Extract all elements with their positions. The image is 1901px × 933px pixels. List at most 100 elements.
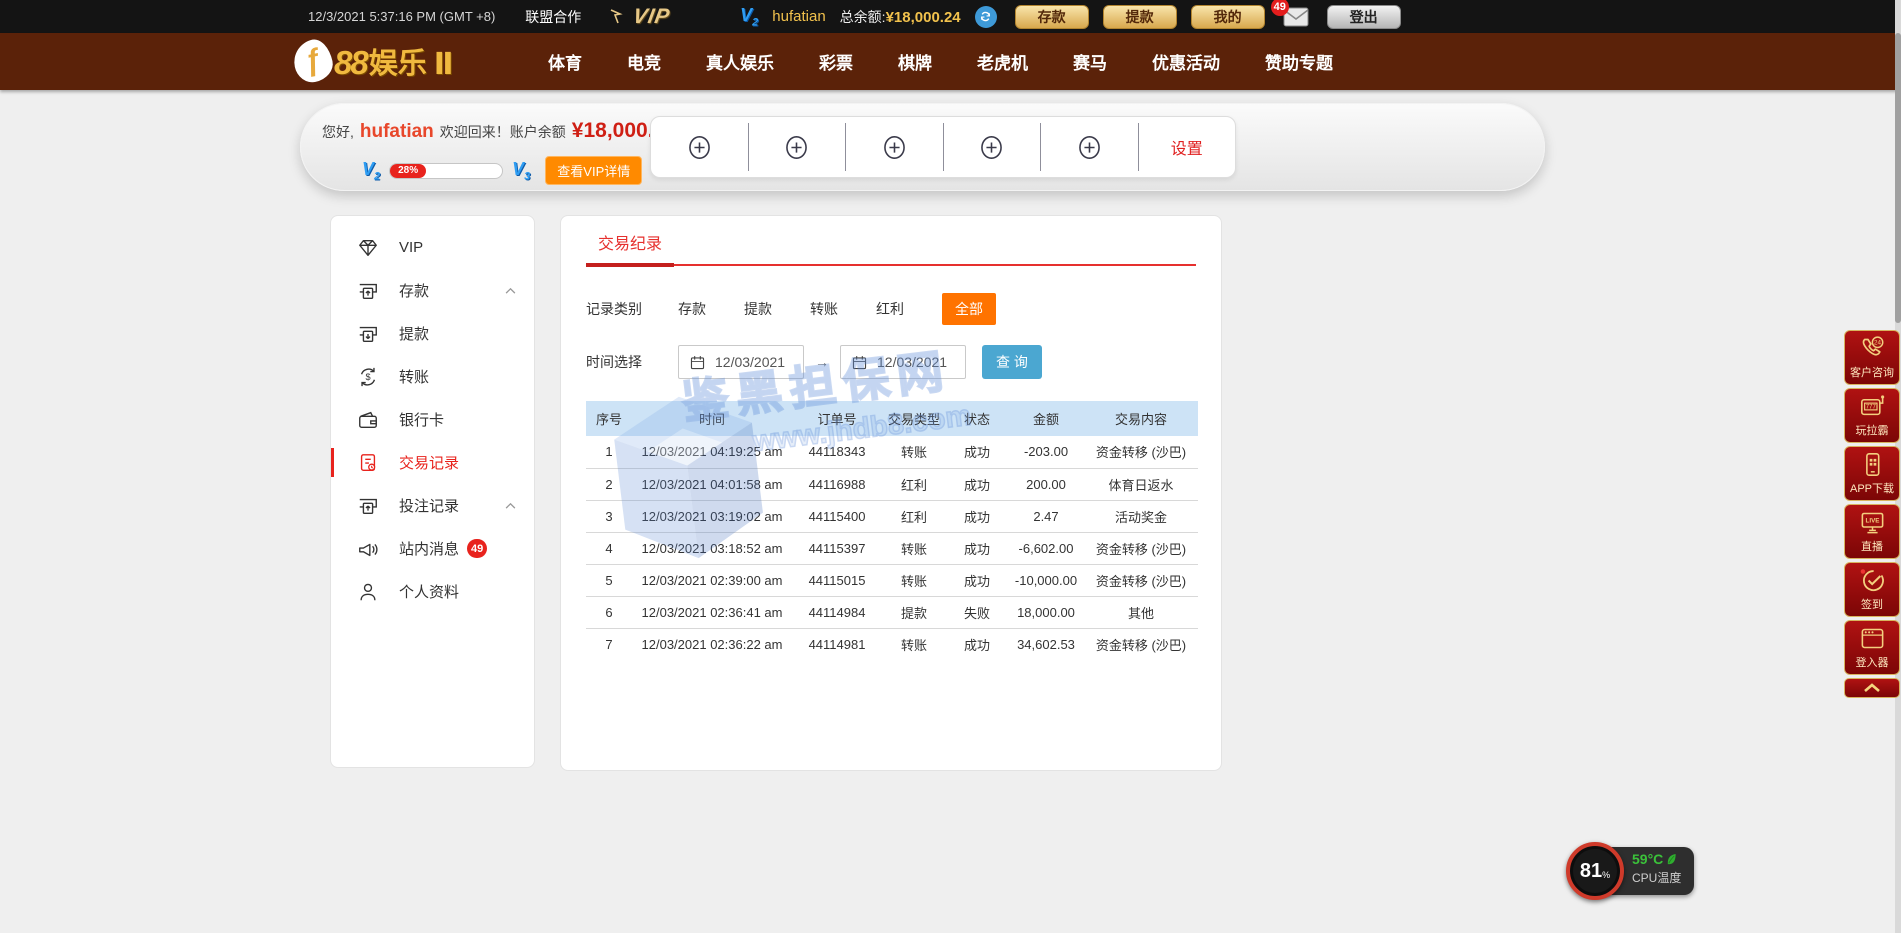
live-stream-button[interactable]: LIVE 直播 xyxy=(1844,504,1900,559)
topbar: 12/3/2021 5:37:16 PM (GMT +8) 联盟合作 VIP V… xyxy=(0,0,1901,33)
customer-service-button[interactable]: 24 客户咨询 xyxy=(1844,330,1900,385)
sidebar-item-deposit[interactable]: 存款 xyxy=(331,269,534,312)
chevron-up-icon xyxy=(1863,683,1881,693)
site-logo[interactable]: ƒ 88 娱乐 Ⅱ xyxy=(294,40,454,82)
hero-username: hufatian xyxy=(360,121,434,143)
cell-type: 转账 xyxy=(882,532,946,564)
quick-add-button-5[interactable] xyxy=(1041,134,1138,161)
nav-item-board-games[interactable]: 棋牌 xyxy=(898,49,932,74)
col-content: 交易内容 xyxy=(1084,401,1198,436)
filter-all[interactable]: 全部 xyxy=(942,293,996,325)
tab-transaction-records[interactable]: 交易纪录 xyxy=(586,216,674,267)
vip-logo: VIP xyxy=(609,5,670,29)
hand-icon xyxy=(609,8,629,26)
logo-blob-icon: ƒ xyxy=(290,37,336,86)
cell-no: 5 xyxy=(586,564,632,596)
sidebar-item-bet-records[interactable]: 投注记录 xyxy=(331,484,534,527)
nav-item-horse-racing[interactable]: 赛马 xyxy=(1073,49,1107,74)
cell-order: 44115015 xyxy=(792,564,882,596)
message-count-badge: 49 xyxy=(467,539,487,558)
quick-add-button-3[interactable] xyxy=(846,134,943,161)
deposit-button[interactable]: 存款 xyxy=(1015,5,1089,29)
cell-status: 失败 xyxy=(946,596,1008,628)
tab-bar: 交易纪录 xyxy=(586,216,1196,266)
vip-detail-button[interactable]: 查看VIP详情 xyxy=(545,156,642,185)
record-type-filter-row: 记录类别 存款 提款 转账 红利 全部 xyxy=(586,293,1196,325)
date-to-input[interactable]: 12/03/2021 xyxy=(840,345,966,379)
cell-content: 体育日返水 xyxy=(1084,468,1198,500)
nav-item-sponsorship[interactable]: 赞助专题 xyxy=(1265,49,1333,74)
cell-status: 成功 xyxy=(946,436,1008,468)
transaction-panel: 交易纪录 记录类别 存款 提款 转账 红利 全部 时间选择 12/03/2021… xyxy=(560,215,1222,771)
plus-circle-icon xyxy=(881,134,908,161)
quick-add-button-4[interactable] xyxy=(944,134,1041,161)
affiliate-link[interactable]: 联盟合作 xyxy=(525,7,581,27)
cell-status: 成功 xyxy=(946,468,1008,500)
nav-item-esports[interactable]: 电竞 xyxy=(627,49,661,74)
sidebar-item-profile[interactable]: 个人资料 xyxy=(331,570,534,613)
filter-deposit[interactable]: 存款 xyxy=(678,299,706,319)
cell-order: 44115400 xyxy=(792,500,882,532)
app-download-button[interactable]: APP下载 xyxy=(1844,446,1900,501)
scrollbar-thumb[interactable] xyxy=(1895,33,1901,323)
date-select-row: 时间选择 12/03/2021 → 12/03/2021 查 询 xyxy=(586,345,1196,379)
mine-button[interactable]: 我的 xyxy=(1191,5,1265,29)
username-text: hufatian xyxy=(772,8,825,25)
plus-circle-icon xyxy=(1076,134,1103,161)
transaction-table: 序号 时间 订单号 交易类型 状态 金额 交易内容 1 12/03/2021 0… xyxy=(586,401,1198,660)
cell-time: 12/03/2021 02:36:22 am xyxy=(632,628,792,660)
quick-add-button-1[interactable] xyxy=(651,134,748,161)
launcher-button[interactable]: 登入器 xyxy=(1844,620,1900,675)
date-label: 时间选择 xyxy=(586,352,642,372)
nav-item-lottery[interactable]: 彩票 xyxy=(819,49,853,74)
atm-withdraw-icon xyxy=(357,323,379,345)
cell-content: 资金转移 (沙巴) xyxy=(1084,436,1198,468)
settings-button[interactable]: 设置 xyxy=(1139,135,1236,159)
quick-actions-box: 设置 xyxy=(650,116,1236,178)
sidebar-item-transaction-records[interactable]: 交易记录 xyxy=(331,441,534,484)
collapse-sidebar-button[interactable] xyxy=(1844,678,1900,698)
cell-order: 44118343 xyxy=(792,436,882,468)
query-button[interactable]: 查 询 xyxy=(982,345,1042,379)
slots-button[interactable]: 777 玩拉霸 xyxy=(1844,388,1900,443)
logout-button[interactable]: 登出 xyxy=(1327,5,1401,29)
col-status: 状态 xyxy=(946,401,1008,436)
filter-transfer[interactable]: 转账 xyxy=(810,299,838,319)
plus-circle-icon xyxy=(686,134,713,161)
table-header-row: 序号 时间 订单号 交易类型 状态 金额 交易内容 xyxy=(586,401,1198,436)
nav-item-live-casino[interactable]: 真人娱乐 xyxy=(706,49,774,74)
cell-type: 转账 xyxy=(882,564,946,596)
person-icon xyxy=(357,581,379,603)
chevron-up-icon[interactable] xyxy=(505,502,516,509)
atm-deposit-icon xyxy=(357,280,379,302)
filter-withdraw[interactable]: 提款 xyxy=(744,299,772,319)
table-row: 6 12/03/2021 02:36:41 am 44114984 提款 失败 … xyxy=(586,596,1198,628)
cpu-temp-label: CPU温度 xyxy=(1632,869,1681,886)
nav-item-sports[interactable]: 体育 xyxy=(548,49,582,74)
atm-bet-icon xyxy=(357,495,379,517)
sidebar-item-transfer[interactable]: $ 转账 xyxy=(331,355,534,398)
chevron-up-icon[interactable] xyxy=(505,287,516,294)
diamond-icon xyxy=(357,237,379,259)
quick-add-button-2[interactable] xyxy=(749,134,846,161)
cell-time: 12/03/2021 03:18:52 am xyxy=(632,532,792,564)
navbar: ƒ 88 娱乐 Ⅱ 体育 电竞 真人娱乐 彩票 棋牌 老虎机 赛马 优惠活动 赞… xyxy=(0,33,1901,90)
sidebar-item-bank-card[interactable]: 银行卡 xyxy=(331,398,534,441)
table-row: 7 12/03/2021 02:36:22 am 44114981 转账 成功 … xyxy=(586,628,1198,660)
refresh-balance-button[interactable] xyxy=(975,6,997,28)
withdraw-button[interactable]: 提款 xyxy=(1103,5,1177,29)
nav-item-slots[interactable]: 老虎机 xyxy=(977,49,1028,74)
range-arrow: → xyxy=(815,354,829,370)
cell-no: 3 xyxy=(586,500,632,532)
cell-type: 转账 xyxy=(882,436,946,468)
sidebar-item-vip[interactable]: VIP xyxy=(331,226,534,269)
check-in-button[interactable]: 签到 xyxy=(1844,562,1900,617)
filter-bonus[interactable]: 红利 xyxy=(876,299,904,319)
sidebar-item-withdraw[interactable]: 提款 xyxy=(331,312,534,355)
date-from-input[interactable]: 12/03/2021 xyxy=(678,345,804,379)
vip-level-current: V2 xyxy=(362,159,380,183)
sidebar-item-messages[interactable]: 站内消息 49 xyxy=(331,527,534,570)
messages-button[interactable]: 49 xyxy=(1283,7,1309,27)
nav-item-promotions[interactable]: 优惠活动 xyxy=(1152,49,1220,74)
vip-progress-fill: 28% xyxy=(390,164,426,178)
